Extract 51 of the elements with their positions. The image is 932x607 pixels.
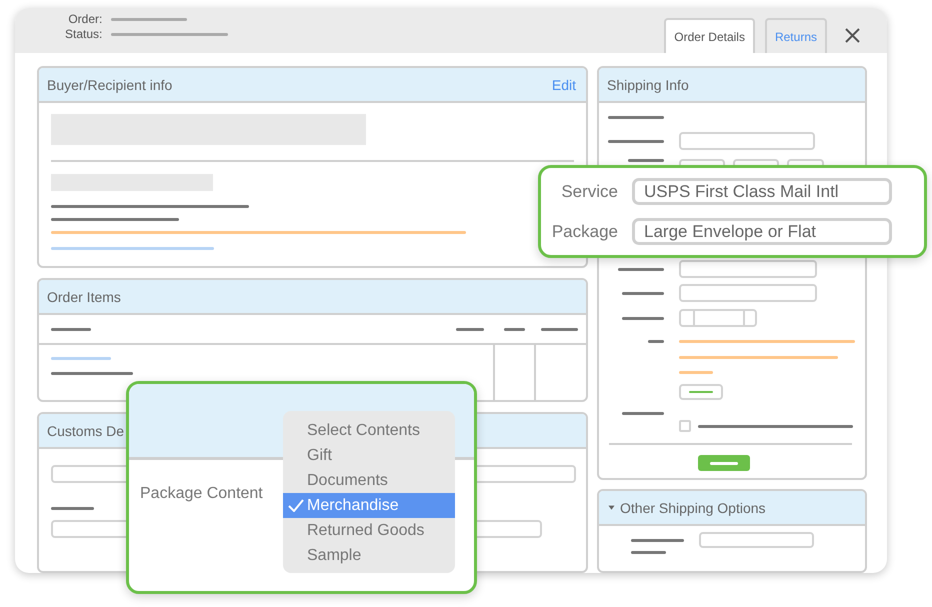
placeholder-line bbox=[631, 538, 684, 542]
input-field[interactable] bbox=[679, 309, 757, 327]
placeholder-line bbox=[628, 159, 664, 162]
placeholder-line bbox=[456, 328, 484, 330]
edit-link[interactable]: Edit bbox=[552, 76, 576, 92]
panel-title: Shipping Info bbox=[607, 76, 689, 92]
placeholder-line bbox=[622, 292, 664, 294]
dropdown-option[interactable]: Gift bbox=[283, 443, 455, 468]
dropdown-option[interactable]: Sample bbox=[283, 543, 455, 568]
dropdown-option[interactable]: Returned Goods bbox=[283, 518, 455, 543]
input-field[interactable] bbox=[679, 260, 817, 278]
input-field[interactable] bbox=[679, 132, 815, 150]
select-field[interactable]: USPS First Class Mail Intl bbox=[632, 178, 892, 205]
dropdown-option[interactable]: Documents bbox=[283, 468, 455, 493]
panel-title: Buyer/Recipient info bbox=[47, 76, 172, 92]
placeholder-line bbox=[622, 316, 664, 320]
placeholder-line bbox=[648, 340, 664, 342]
order-label: Order: bbox=[67, 12, 102, 26]
placeholder-line bbox=[679, 370, 713, 374]
dropdown-option[interactable]: Select Contents bbox=[283, 418, 455, 443]
placeholder-line bbox=[608, 140, 664, 142]
placeholder-line bbox=[51, 357, 111, 360]
placeholder-line bbox=[541, 328, 578, 330]
placeholder-line bbox=[689, 391, 713, 393]
panel-title: Other Shipping Options bbox=[620, 500, 766, 516]
close-icon[interactable] bbox=[845, 28, 860, 43]
placeholder-line bbox=[631, 551, 666, 554]
select-field[interactable]: Large Envelope or Flat bbox=[632, 218, 892, 245]
panel-title: Customs De bbox=[47, 422, 124, 438]
tab[interactable]: Order Details bbox=[664, 18, 755, 53]
status-label: Status: bbox=[65, 27, 102, 41]
field-label: Package bbox=[550, 222, 619, 242]
action-button[interactable] bbox=[698, 455, 750, 471]
panel-title: Order Items bbox=[47, 288, 121, 304]
field-label: Package Content bbox=[140, 485, 263, 503]
checkbox[interactable] bbox=[679, 420, 691, 432]
tab[interactable]: Returns bbox=[764, 18, 827, 53]
placeholder-line bbox=[51, 328, 91, 330]
dropdown-option[interactable]: Merchandise bbox=[283, 493, 455, 518]
caret-icon[interactable] bbox=[607, 504, 616, 510]
placeholder-line bbox=[622, 412, 664, 414]
placeholder-line bbox=[618, 268, 664, 270]
input-field[interactable] bbox=[679, 284, 817, 302]
input-field[interactable] bbox=[699, 532, 814, 548]
check-icon bbox=[288, 499, 304, 512]
input-field[interactable] bbox=[679, 384, 723, 400]
placeholder-line bbox=[51, 507, 94, 510]
placeholder-line bbox=[710, 462, 738, 464]
placeholder-line bbox=[608, 116, 664, 118]
placeholder-line bbox=[504, 328, 525, 330]
field-label: Service bbox=[560, 182, 619, 202]
